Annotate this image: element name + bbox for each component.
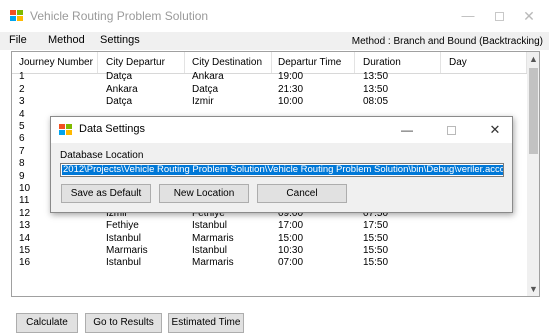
table-cell[interactable]: 08:05 (355, 96, 441, 108)
column-header[interactable]: City Departur (98, 52, 185, 73)
table-row[interactable]: 16 İstanbul Marmaris 07:00 15:50 (12, 257, 527, 269)
close-icon: ✕ (489, 122, 501, 137)
scroll-down-icon[interactable]: ▼ (527, 282, 539, 296)
table-cell[interactable]: 19:00 (272, 71, 355, 83)
table-cell[interactable]: 15:50 (355, 245, 441, 257)
table-cell[interactable]: 2 (12, 84, 98, 96)
table-cell[interactable]: Marmaris (185, 257, 272, 269)
table-cell[interactable]: 17:50 (355, 220, 441, 232)
table-row[interactable]: 13 Fethiye İstanbul 17:00 17:50 (12, 220, 527, 232)
table-cell[interactable]: Ankara (98, 84, 185, 96)
maximize-icon (494, 12, 504, 22)
table-cell[interactable]: Ankara (185, 71, 272, 83)
new-location-button[interactable]: New Location (159, 184, 249, 203)
table-cell[interactable]: 16 (12, 257, 98, 269)
database-location-value: 2012\Projects\Vehicle Routing Problem So… (62, 165, 503, 175)
minimize-icon: — (461, 8, 475, 23)
database-location-input[interactable]: 2012\Projects\Vehicle Routing Problem So… (60, 163, 504, 177)
close-button[interactable]: ✕ (514, 4, 544, 28)
table-cell[interactable]: 13:50 (355, 84, 441, 96)
cancel-button[interactable]: Cancel (257, 184, 347, 203)
column-header[interactable]: Journey Number (12, 52, 98, 73)
table-row[interactable]: 14 İstanbul Marmaris 15:00 15:50 (12, 233, 527, 245)
table-cell[interactable]: Marmaris (98, 245, 185, 257)
minimize-button[interactable]: — (453, 4, 483, 28)
table-cell[interactable]: 13 (12, 220, 98, 232)
table-row[interactable]: 15 Marmaris İstanbul 10:30 15:50 (12, 245, 527, 257)
maximize-button[interactable] (484, 4, 514, 28)
save-as-default-button[interactable]: Save as Default (61, 184, 151, 203)
table-cell[interactable]: İstanbul (185, 220, 272, 232)
table-cell[interactable]: 13:50 (355, 71, 441, 83)
table-cell[interactable]: Marmaris (185, 233, 272, 245)
app-icon (10, 10, 24, 22)
database-location-label: Database Location (60, 150, 144, 161)
column-header[interactable]: City Destination (185, 52, 272, 73)
table-cell[interactable]: 15 (12, 245, 98, 257)
column-header[interactable]: Day (441, 52, 527, 73)
table-cell[interactable]: Datça (98, 71, 185, 83)
table-cell[interactable]: 07:00 (272, 257, 355, 269)
table-cell[interactable]: 15:50 (355, 233, 441, 245)
scroll-up-icon[interactable]: ▲ (527, 52, 539, 66)
dialog-title: Data Settings (79, 123, 146, 135)
column-header[interactable]: Duration (355, 52, 441, 73)
table-cell[interactable]: 3 (12, 96, 98, 108)
table-cell[interactable]: 17:00 (272, 220, 355, 232)
calculate-button[interactable]: Calculate (16, 313, 78, 333)
dialog-app-icon (59, 124, 73, 136)
table-cell[interactable]: Datça (98, 96, 185, 108)
table-cell[interactable]: 10:30 (272, 245, 355, 257)
dialog-title-bar: Data Settings — ✕ (51, 117, 512, 143)
table-cell[interactable]: Datça (185, 84, 272, 96)
close-icon: ✕ (523, 8, 535, 24)
menu-method[interactable]: Method (48, 34, 85, 46)
dialog-close-button[interactable]: ✕ (481, 119, 509, 141)
column-header[interactable]: Departur Time (272, 52, 355, 73)
table-cell[interactable]: 15:50 (355, 257, 441, 269)
table-cell[interactable]: 10:00 (272, 96, 355, 108)
table-cell[interactable]: İstanbul (98, 257, 185, 269)
estimated-time-button[interactable]: Estimated Time (168, 313, 244, 333)
table-row[interactable]: 1 Datça Ankara 19:00 13:50 (12, 71, 527, 83)
window-title: Vehicle Routing Problem Solution (30, 9, 209, 23)
table-row[interactable]: 2 Ankara Datça 21:30 13:50 (12, 84, 527, 96)
dialog-maximize-button[interactable] (437, 119, 465, 141)
table-cell[interactable]: 21:30 (272, 84, 355, 96)
table-cell[interactable]: 1 (12, 71, 98, 83)
method-status: Method : Branch and Bound (Backtracking) (351, 36, 543, 47)
scroll-thumb[interactable] (529, 68, 538, 154)
table-row[interactable]: 3 Datça İzmir 10:00 08:05 (12, 96, 527, 108)
maximize-icon (446, 126, 456, 136)
menu-settings[interactable]: Settings (100, 34, 140, 46)
table-cell[interactable]: İstanbul (185, 245, 272, 257)
table-cell[interactable]: İstanbul (98, 233, 185, 245)
data-settings-dialog: Data Settings — ✕ Database Location 2012… (50, 116, 513, 213)
minimize-icon: — (401, 123, 413, 137)
dialog-minimize-button[interactable]: — (393, 119, 421, 141)
menu-bar: File Method Settings Method : Branch and… (0, 32, 549, 50)
title-bar: Vehicle Routing Problem Solution — ✕ (0, 0, 549, 32)
table-cell[interactable]: İzmir (185, 96, 272, 108)
vertical-scrollbar[interactable]: ▲ ▼ (527, 52, 539, 296)
table-cell[interactable]: 15:00 (272, 233, 355, 245)
menu-file[interactable]: File (9, 34, 27, 46)
go-to-results-button[interactable]: Go to Results (85, 313, 162, 333)
table-cell[interactable]: 14 (12, 233, 98, 245)
table-cell[interactable]: Fethiye (98, 220, 185, 232)
